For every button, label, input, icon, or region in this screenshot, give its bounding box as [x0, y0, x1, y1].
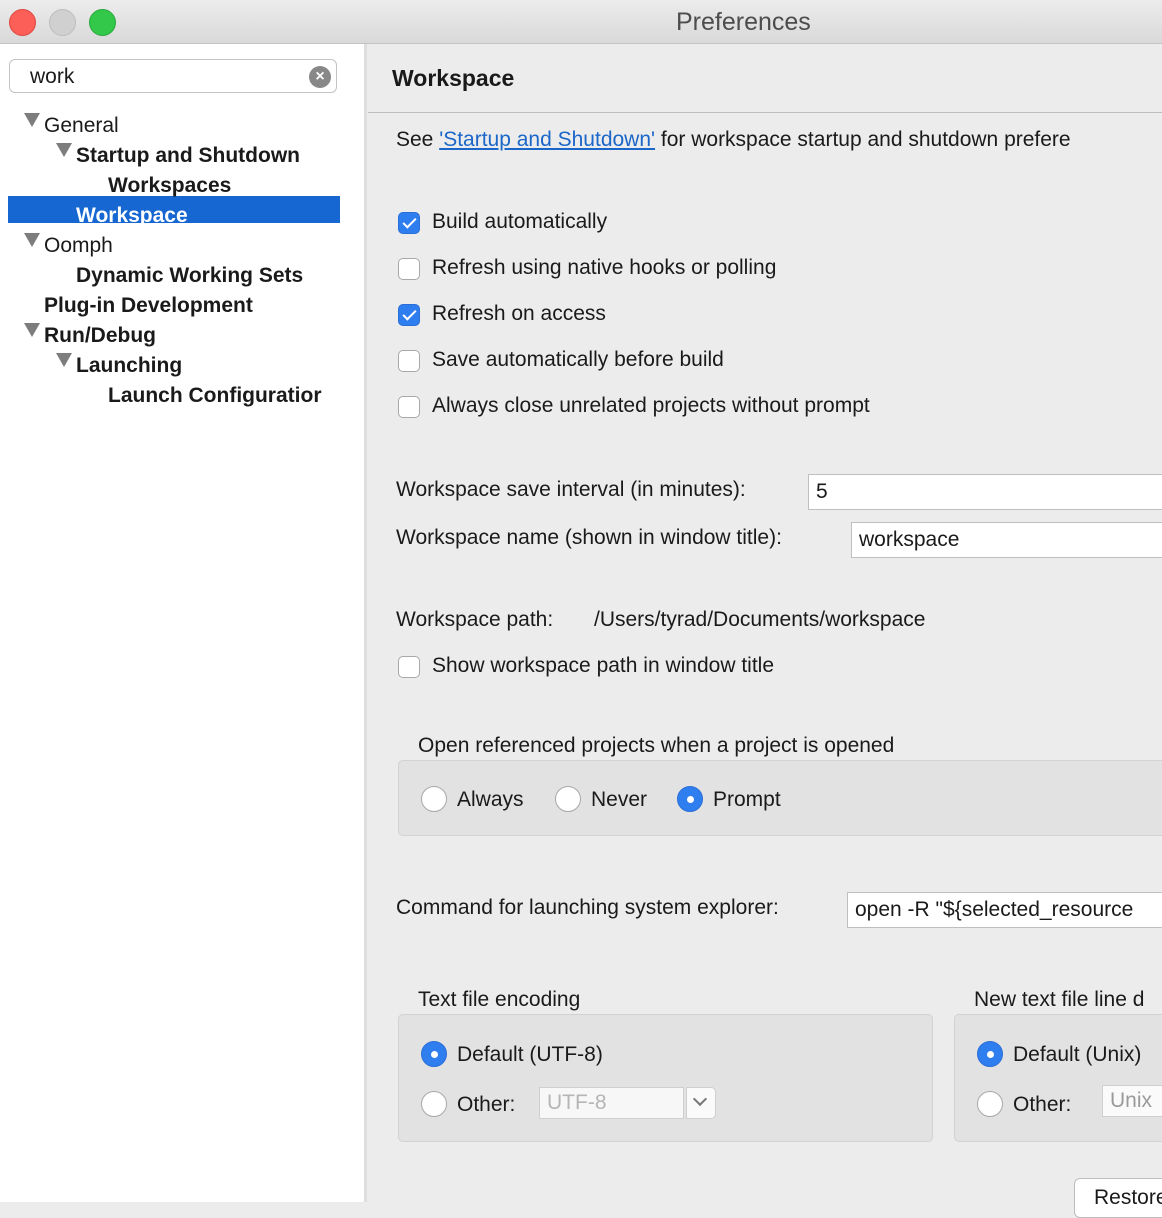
refresh-on-access-checkbox[interactable]	[398, 304, 420, 326]
tree-item-launch-configurations[interactable]: Launch Configuratior	[108, 381, 322, 411]
tree-item-oomph[interactable]: Oomph	[44, 231, 113, 261]
expand-triangle-icon[interactable]	[56, 143, 72, 157]
encoding-other-radio[interactable]	[421, 1091, 447, 1117]
never-radio[interactable]	[555, 786, 581, 812]
save-before-build-label[interactable]: Save automatically before build	[432, 348, 724, 372]
tree-item-dynamic-working-sets[interactable]: Dynamic Working Sets	[76, 261, 303, 291]
refresh-native-label[interactable]: Refresh using native hooks or polling	[432, 256, 776, 280]
open-referenced-group: Always Never Prompt	[398, 760, 1162, 836]
line-delimiter-group: Default (Unix) Other: Unix	[954, 1014, 1162, 1142]
never-label[interactable]: Never	[591, 788, 647, 812]
clear-search-icon[interactable]: ×	[309, 66, 331, 88]
intro-suffix: for workspace startup and shutdown prefe…	[655, 128, 1071, 151]
encoding-default-label[interactable]: Default (UTF-8)	[457, 1043, 603, 1067]
tree-item-plugin-development[interactable]: Plug-in Development	[44, 291, 253, 321]
expand-triangle-icon[interactable]	[24, 113, 40, 127]
encoding-default-radio[interactable]	[421, 1041, 447, 1067]
page-title: Workspace	[392, 65, 515, 91]
search-text[interactable]: work	[30, 65, 74, 89]
title-bar: Preferences	[0, 0, 1162, 44]
workspace-path-value: /Users/tyrad/Documents/workspace	[594, 608, 926, 631]
save-interval-label: Workspace save interval (in minutes):	[396, 478, 746, 501]
tree-item-startup-shutdown[interactable]: Startup and Shutdown	[76, 141, 300, 171]
startup-shutdown-link[interactable]: 'Startup and Shutdown'	[439, 128, 655, 151]
expand-triangle-icon[interactable]	[56, 353, 72, 367]
restore-defaults-button[interactable]: Restore Defaults	[1074, 1178, 1162, 1218]
always-radio[interactable]	[421, 786, 447, 812]
close-window-button[interactable]	[9, 9, 36, 36]
encoding-label: Text file encoding	[418, 988, 581, 1011]
expand-triangle-icon[interactable]	[24, 233, 40, 247]
build-automatically-checkbox[interactable]	[398, 212, 420, 234]
expand-triangle-icon[interactable]	[24, 323, 40, 337]
refresh-on-access-label[interactable]: Refresh on access	[432, 302, 606, 326]
explorer-command-input[interactable]: open -R "${selected_resource	[847, 892, 1162, 928]
window-title: Preferences	[676, 8, 811, 36]
tree-item-workspace[interactable]: Workspace	[76, 201, 188, 231]
delimiter-other-label[interactable]: Other:	[1013, 1093, 1071, 1117]
title-divider	[368, 112, 1162, 113]
encoding-group: Default (UTF-8) Other: UTF-8	[398, 1014, 933, 1142]
encoding-combo[interactable]: UTF-8	[539, 1087, 684, 1119]
filter-search-input[interactable]: work ×	[9, 59, 337, 93]
prompt-radio[interactable]	[677, 786, 703, 812]
intro-prefix: See	[396, 128, 440, 151]
delimiter-other-radio[interactable]	[977, 1091, 1003, 1117]
show-path-checkbox[interactable]	[398, 656, 420, 678]
tree-item-launching[interactable]: Launching	[76, 351, 182, 381]
delimiter-default-radio[interactable]	[977, 1041, 1003, 1067]
minimize-window-button[interactable]	[49, 9, 76, 36]
tree-item-general[interactable]: General	[44, 111, 119, 141]
encoding-dropdown-button[interactable]	[686, 1087, 716, 1119]
tree-item-workspaces[interactable]: Workspaces	[108, 171, 231, 201]
delimiter-default-label[interactable]: Default (Unix)	[1013, 1043, 1141, 1067]
save-interval-input[interactable]: 5	[808, 474, 1162, 510]
open-referenced-label: Open referenced projects when a project …	[418, 734, 895, 757]
chevron-down-icon	[692, 1091, 708, 1107]
save-before-build-checkbox[interactable]	[398, 350, 420, 372]
encoding-other-label[interactable]: Other:	[457, 1093, 515, 1117]
close-unrelated-label[interactable]: Always close unrelated projects without …	[432, 394, 870, 418]
workspace-path-label: Workspace path:	[396, 608, 554, 631]
workspace-name-label: Workspace name (shown in window title):	[396, 526, 782, 549]
always-label[interactable]: Always	[457, 788, 524, 812]
refresh-native-checkbox[interactable]	[398, 258, 420, 280]
line-delimiter-label: New text file line d	[974, 988, 1145, 1011]
panel-splitter[interactable]	[364, 44, 367, 1202]
prompt-label[interactable]: Prompt	[713, 788, 781, 812]
workspace-preference-page: Workspace See 'Startup and Shutdown' for…	[368, 44, 1162, 1218]
build-automatically-label[interactable]: Build automatically	[432, 210, 607, 234]
preferences-tree-panel: work × General Startup and Shutdown Work…	[0, 44, 365, 1202]
close-unrelated-checkbox[interactable]	[398, 396, 420, 418]
explorer-command-label: Command for launching system explorer:	[396, 896, 779, 919]
zoom-window-button[interactable]	[89, 9, 116, 36]
workspace-name-input[interactable]: workspace	[851, 522, 1162, 558]
delimiter-combo[interactable]: Unix	[1102, 1085, 1162, 1117]
show-path-label[interactable]: Show workspace path in window title	[432, 654, 774, 678]
intro-text: See 'Startup and Shutdown' for workspace…	[396, 128, 1071, 152]
tree-item-run-debug[interactable]: Run/Debug	[44, 321, 156, 351]
